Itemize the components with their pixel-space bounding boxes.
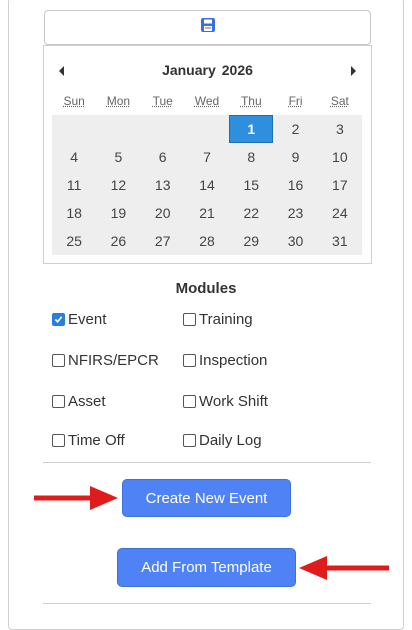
day-cell[interactable]: 30 — [273, 227, 317, 255]
day-cell[interactable]: 13 — [141, 171, 185, 199]
module-label: Inspection — [199, 352, 268, 369]
chevron-right-icon[interactable] — [347, 64, 359, 76]
checkbox[interactable] — [183, 354, 196, 367]
day-cell[interactable]: 6 — [141, 143, 185, 171]
create-new-event-button[interactable]: Create New Event — [122, 479, 291, 517]
weekday-label: Tue — [152, 94, 173, 108]
day-cell[interactable]: 12 — [96, 171, 140, 199]
weekday-label: Sun — [63, 94, 85, 108]
module-option-asset[interactable]: Asset — [52, 393, 106, 410]
day-cell[interactable]: 15 — [229, 171, 273, 199]
day-cell[interactable]: 9 — [273, 143, 317, 171]
day-cell[interactable]: 20 — [141, 199, 185, 227]
day-cell[interactable]: 21 — [185, 199, 229, 227]
module-label: NFIRS/EPCR — [68, 352, 159, 369]
module-label: Time Off — [68, 432, 125, 449]
save-icon — [200, 17, 216, 38]
day-cell[interactable]: 25 — [52, 227, 96, 255]
day-cell[interactable]: 19 — [96, 199, 140, 227]
weekday-label: Fri — [288, 94, 303, 108]
day-cell[interactable]: 7 — [185, 143, 229, 171]
arrow-right-icon — [34, 483, 120, 518]
divider — [43, 462, 371, 463]
day-cell-selected[interactable]: 1 — [229, 115, 274, 143]
day-cell[interactable]: 8 — [229, 143, 273, 171]
day-cell[interactable]: 26 — [96, 227, 140, 255]
day-cell[interactable]: 28 — [185, 227, 229, 255]
day-cell[interactable]: 29 — [229, 227, 273, 255]
day-cell[interactable]: 31 — [318, 227, 362, 255]
module-label: Asset — [68, 393, 106, 410]
checkbox[interactable] — [52, 434, 65, 447]
day-cell[interactable]: 14 — [185, 171, 229, 199]
day-cell[interactable]: 24 — [318, 199, 362, 227]
day-cell[interactable]: 16 — [273, 171, 317, 199]
save-button[interactable] — [44, 10, 371, 45]
day-cell[interactable]: 17 — [318, 171, 362, 199]
module-label: Event — [68, 311, 107, 328]
module-option-event[interactable]: Event — [52, 311, 106, 328]
weekday-header: Sun Mon Tue Wed Thu Fri Sat — [52, 94, 362, 112]
checkbox[interactable] — [183, 395, 196, 408]
day-cell[interactable]: 11 — [52, 171, 96, 199]
checkbox-checked[interactable] — [52, 313, 65, 326]
module-option-work-shift[interactable]: Work Shift — [183, 393, 268, 410]
day-cell[interactable]: 18 — [52, 199, 96, 227]
day-cell[interactable]: 22 — [229, 199, 273, 227]
weekday-label: Thu — [240, 94, 262, 108]
module-option-daily-log[interactable]: Daily Log — [183, 432, 262, 449]
calendar-year: 2026 — [221, 62, 253, 78]
calendar-title: January 2026 — [44, 58, 371, 82]
module-label: Work Shift — [199, 393, 268, 410]
empty-cell — [52, 115, 97, 143]
day-cell[interactable]: 2 — [273, 115, 317, 143]
checkbox[interactable] — [183, 434, 196, 447]
day-cell[interactable]: 23 — [273, 199, 317, 227]
checkbox[interactable] — [52, 354, 65, 367]
module-option-nfirs-epcr[interactable]: NFIRS/EPCR — [52, 352, 159, 369]
day-cell[interactable]: 3 — [318, 115, 362, 143]
empty-cell — [140, 115, 185, 143]
calendar-month: January — [162, 62, 216, 78]
weekday-label: Wed — [194, 94, 220, 108]
day-cell[interactable]: 27 — [141, 227, 185, 255]
module-option-training[interactable]: Training — [183, 311, 253, 328]
modules-heading: Modules — [175, 280, 237, 297]
add-from-template-button[interactable]: Add From Template — [117, 548, 296, 587]
day-cell[interactable]: 10 — [318, 143, 362, 171]
arrow-left-icon — [297, 553, 389, 588]
date-picker: January 2026 Sun Mon Tue Wed Thu Fri Sat… — [43, 45, 372, 264]
weekday-label: Mon — [106, 94, 131, 108]
day-cell[interactable]: 5 — [96, 143, 140, 171]
module-label: Training — [199, 311, 253, 328]
day-cell[interactable]: 4 — [52, 143, 96, 171]
divider — [43, 603, 371, 604]
checkbox[interactable] — [183, 313, 196, 326]
empty-cell — [184, 115, 230, 143]
weekday-label: Sat — [330, 94, 349, 108]
empty-cell — [96, 115, 141, 143]
module-option-time-off[interactable]: Time Off — [52, 432, 125, 449]
day-grid: 1 2 3 4 5 6 7 8 9 10 11 12 13 14 15 16 1… — [52, 115, 362, 255]
checkbox[interactable] — [52, 395, 65, 408]
module-option-inspection[interactable]: Inspection — [183, 352, 267, 369]
module-label: Daily Log — [199, 432, 262, 449]
